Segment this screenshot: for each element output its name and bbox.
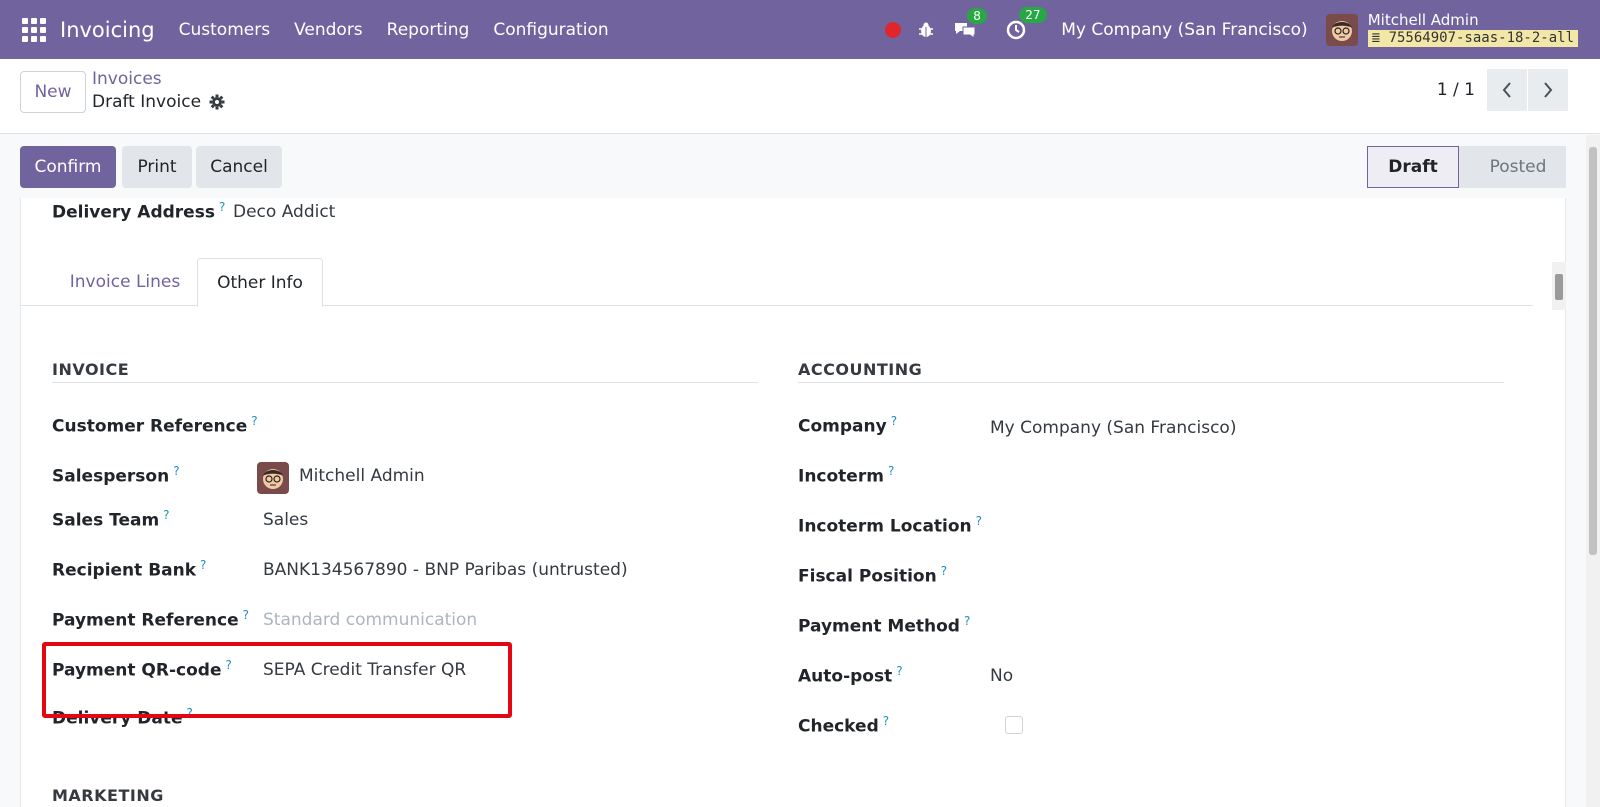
fiscal-position-label: Fiscal Position? [798,564,948,587]
page-scrollbar[interactable] [1586,135,1600,807]
stage-posted[interactable]: Posted [1458,146,1566,188]
control-panel: New Invoices Draft Invoice 1 / 1 [0,59,1600,134]
marketing-section-title: MARKETING [52,786,164,805]
sales-team-label: Sales Team? [52,508,170,531]
checked-label: Checked? [798,714,890,737]
company-value[interactable]: My Company (San Francisco) [990,418,1236,438]
gear-icon[interactable] [209,94,225,110]
tabs-scrollbar[interactable] [1552,262,1566,310]
debug-bug-icon[interactable] [917,21,935,39]
auto-post-label: Auto-post? [798,664,903,687]
recipient-bank-label: Recipient Bank? [52,558,207,581]
help-icon[interactable]: ? [976,514,982,528]
delivery-address-label: Delivery Address? [52,200,226,223]
help-icon[interactable]: ? [896,664,902,678]
help-icon[interactable]: ? [251,414,257,428]
delivery-address-value[interactable]: Deco Addict [233,202,335,222]
pager-next-button[interactable] [1528,69,1568,111]
accounting-section-title: ACCOUNTING [798,360,923,379]
sales-team-value[interactable]: Sales [263,510,308,530]
help-icon[interactable]: ? [891,414,897,428]
tab-invoice-lines[interactable]: Invoice Lines [53,258,197,306]
invoice-section-title: INVOICE [52,360,130,379]
pager-value[interactable]: 1 / 1 [1437,80,1475,100]
activities-clock-icon[interactable]: 27 [1005,6,1047,41]
notebook-tabs: Invoice Lines Other Info [21,258,1533,307]
help-icon[interactable]: ? [173,464,179,478]
app-brand[interactable]: Invoicing [60,18,155,42]
new-button[interactable]: New [20,71,86,113]
activities-badge: 27 [1019,6,1047,23]
status-stages: Draft Posted [1367,146,1566,188]
salesperson-avatar [257,462,289,494]
help-icon[interactable]: ? [888,464,894,478]
breadcrumb-current: Draft Invoice [92,92,202,112]
confirm-button[interactable]: Confirm [20,146,116,188]
page-scrollbar-thumb[interactable] [1589,147,1597,555]
auto-post-value[interactable]: No [990,666,1013,686]
help-icon[interactable]: ? [243,608,249,622]
menu-customers[interactable]: Customers [179,20,270,40]
database-name: 75564907-saas-18-2-all [1388,30,1574,47]
help-icon[interactable]: ? [219,200,225,214]
help-icon[interactable]: ? [941,564,947,578]
menu-reporting[interactable]: Reporting [387,20,470,40]
help-icon[interactable]: ? [883,714,889,728]
salesperson-value[interactable]: Mitchell Admin [299,466,425,486]
cancel-button[interactable]: Cancel [196,146,282,188]
accounting-section-divider [798,382,1504,383]
incoterm-location-label: Incoterm Location? [798,514,983,537]
checked-checkbox[interactable] [1005,716,1023,734]
database-tag: ≣ 75564907-saas-18-2-all [1367,30,1578,48]
stage-draft[interactable]: Draft [1367,146,1459,188]
customer-reference-label: Customer Reference? [52,414,258,437]
pager: 1 / 1 [1437,69,1568,111]
recipient-bank-value[interactable]: BANK134567890 - BNP Paribas (untrusted) [263,560,628,580]
menu-vendors[interactable]: Vendors [294,20,363,40]
print-button[interactable]: Print [122,146,192,188]
breadcrumb: Invoices Draft Invoice [92,69,225,112]
help-icon[interactable]: ? [964,614,970,628]
messages-badge: 8 [967,7,987,24]
record-icon[interactable] [885,21,902,38]
company-switcher[interactable]: My Company (San Francisco) [1061,20,1307,40]
status-bar: Confirm Print Cancel Draft Posted [0,135,1570,198]
chevron-left-icon [1502,82,1511,98]
menu-configuration[interactable]: Configuration [493,20,608,40]
user-name[interactable]: Mitchell Admin [1368,12,1578,29]
chevron-right-icon [1544,82,1553,98]
apps-menu-icon[interactable] [22,17,46,42]
help-icon[interactable]: ? [200,558,206,572]
incoterm-label: Incoterm? [798,464,895,487]
database-icon: ≣ [1371,30,1389,47]
messages-icon[interactable]: 8 [953,7,987,40]
tab-other-info[interactable]: Other Info [197,258,323,307]
highlight-box [42,642,512,718]
payment-reference-input[interactable]: Standard communication [263,610,477,630]
breadcrumb-invoices[interactable]: Invoices [92,69,225,89]
payment-method-label: Payment Method? [798,614,971,637]
payment-reference-label: Payment Reference? [52,608,249,631]
invoice-section-divider [52,382,758,383]
help-icon[interactable]: ? [163,508,169,522]
salesperson-label: Salesperson? [52,464,180,487]
pager-previous-button[interactable] [1487,69,1527,111]
tabs-scrollbar-thumb[interactable] [1555,274,1563,300]
company-label: Company? [798,414,898,437]
top-navbar: Invoicing Customers Vendors Reporting Co… [0,0,1600,59]
user-avatar[interactable] [1325,13,1358,46]
